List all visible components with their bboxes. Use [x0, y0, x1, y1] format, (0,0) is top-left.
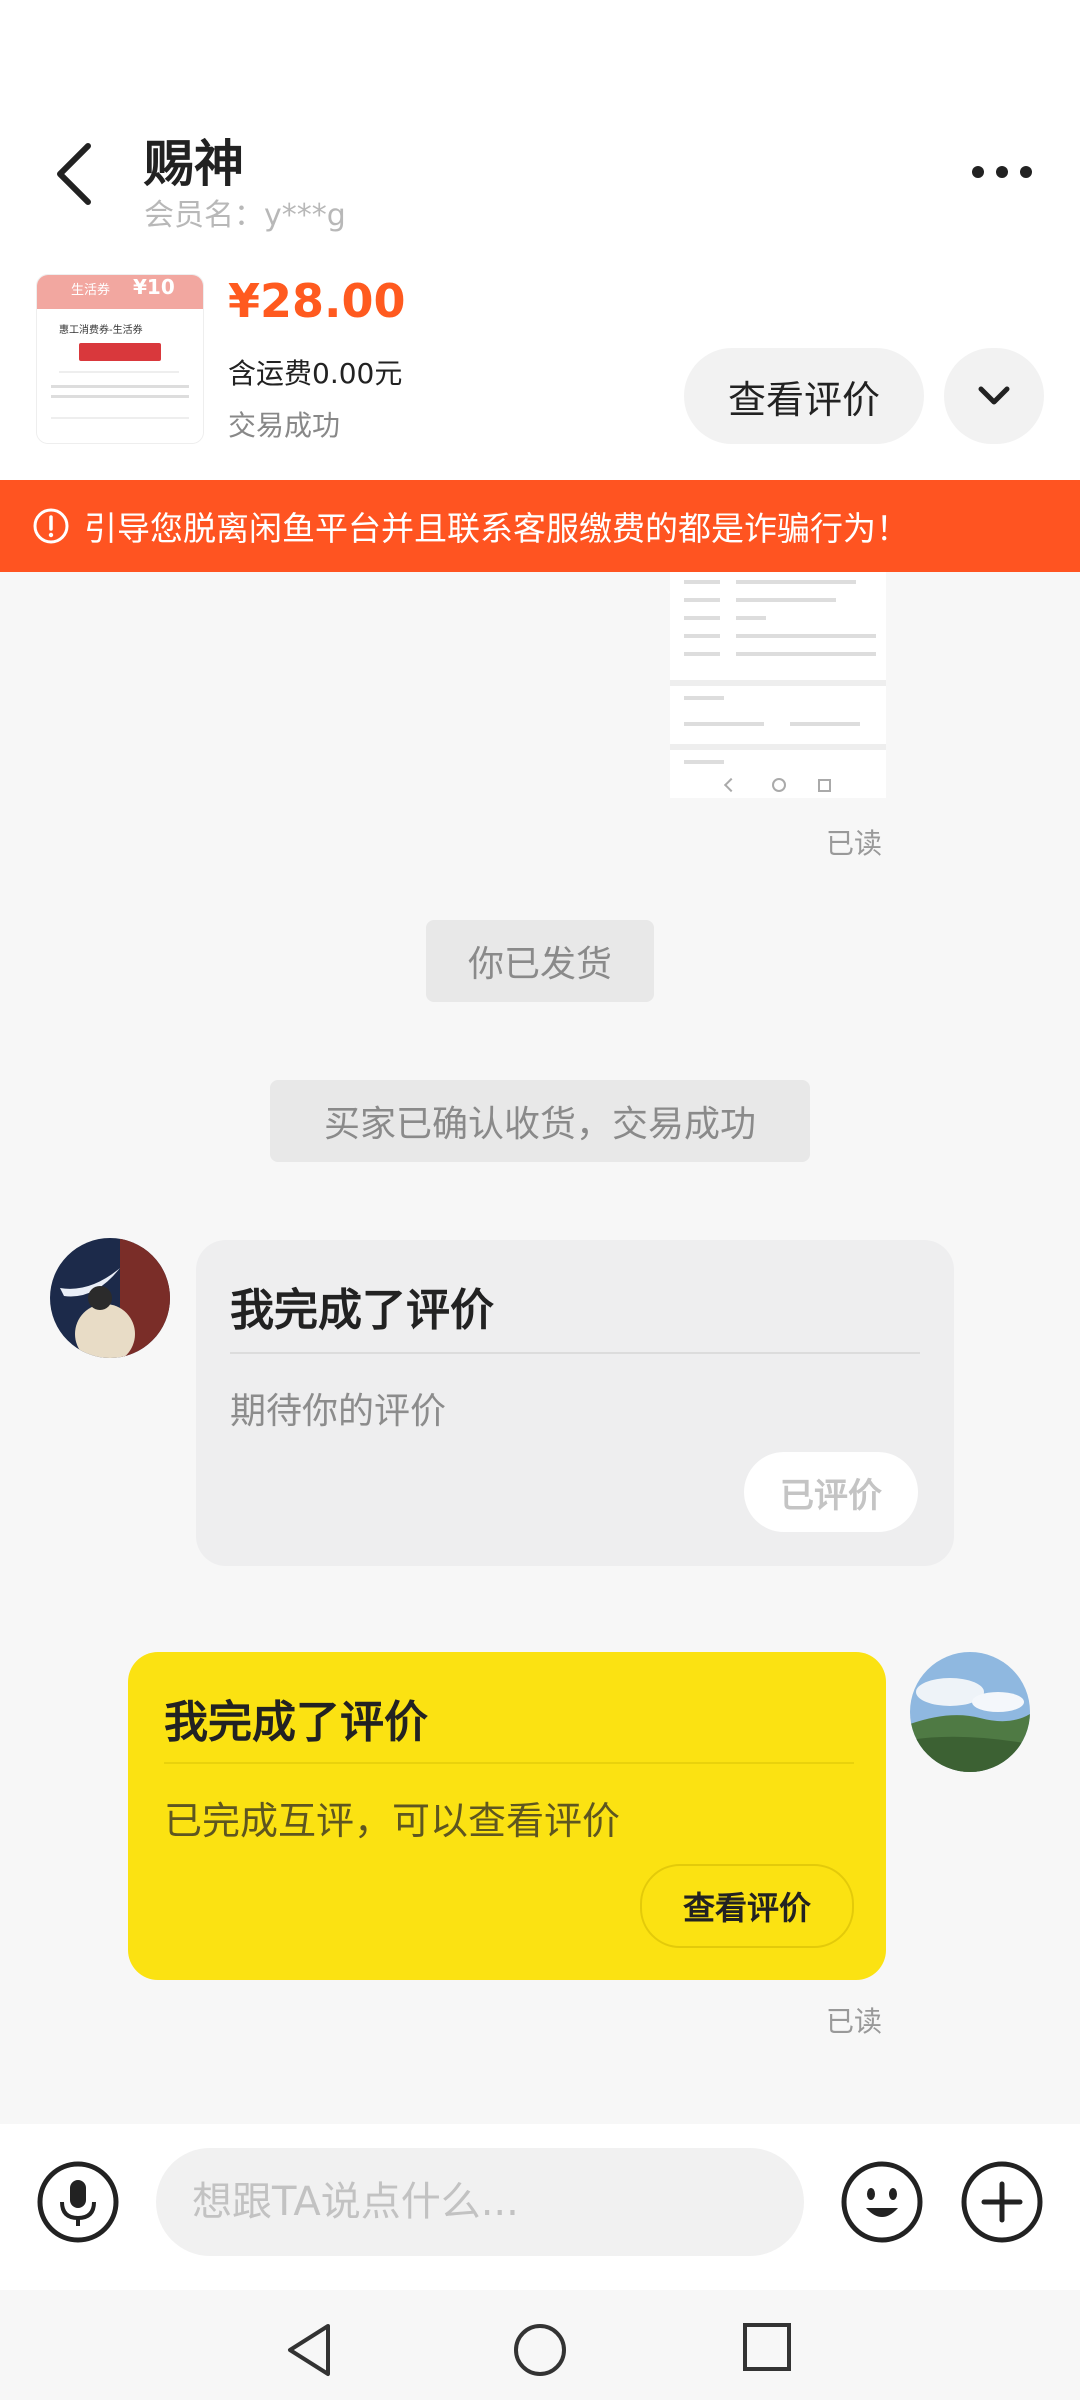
message-input[interactable] — [156, 2148, 804, 2256]
thumbnail-badge: ¥10 — [133, 275, 175, 299]
card-subtitle: 已完成互评，可以查看评价 — [164, 1799, 621, 1843]
card-divider — [230, 1352, 920, 1354]
emoji-icon[interactable] — [840, 2160, 924, 2244]
view-review-button[interactable]: 查看评价 — [640, 1864, 854, 1948]
nav-home-icon[interactable] — [512, 2322, 568, 2378]
chevron-down-icon — [978, 386, 1010, 405]
avatar-image — [50, 1238, 170, 1358]
card-subtitle: 期待你的评价 — [230, 1391, 447, 1432]
read-receipt: 已读 — [826, 2005, 883, 2038]
system-message-confirmed: 买家已确认收货，交易成功 — [270, 1080, 810, 1162]
warning-icon — [33, 508, 69, 544]
card-divider — [164, 1762, 854, 1764]
product-price: ¥28.00 — [228, 274, 406, 328]
microphone-icon[interactable] — [36, 2160, 120, 2244]
image-message[interactable] — [670, 572, 886, 798]
nav-recent-apps-icon[interactable] — [742, 2322, 792, 2372]
nav-back-icon[interactable] — [284, 2322, 334, 2378]
shipping-fee: 含运费0.00元 — [228, 357, 403, 390]
thumbnail-caption: 惠工消费券-生活券 — [59, 325, 143, 336]
member-name: 会员名：y***g — [144, 198, 346, 233]
thumbnail-tag: 生活券 — [71, 283, 111, 298]
system-message-shipped: 你已发货 — [426, 920, 654, 1002]
read-receipt: 已读 — [826, 827, 883, 860]
fraud-warning-banner: 引导您脱离闲鱼平台并且联系客服缴费的都是诈骗行为！ — [0, 480, 1080, 572]
avatar[interactable] — [910, 1652, 1030, 1772]
more-options-icon[interactable] — [970, 160, 1034, 184]
avatar-image — [910, 1652, 1030, 1772]
expand-button[interactable] — [944, 348, 1044, 444]
transaction-status: 交易成功 — [228, 409, 341, 442]
avatar[interactable] — [50, 1238, 170, 1358]
seller-nickname: 赐神 — [144, 135, 244, 193]
warning-text: 引导您脱离闲鱼平台并且联系客服缴费的都是诈骗行为！ — [84, 509, 909, 548]
card-title: 我完成了评价 — [230, 1285, 494, 1336]
product-thumbnail[interactable]: 生活券 ¥10 惠工消费券-生活券 — [36, 274, 204, 444]
plus-icon[interactable] — [960, 2160, 1044, 2244]
back-arrow-icon[interactable] — [50, 140, 98, 208]
view-review-button[interactable]: 查看评价 — [684, 348, 924, 444]
card-title: 我完成了评价 — [164, 1697, 428, 1748]
reviewed-button[interactable]: 已评价 — [744, 1452, 918, 1532]
